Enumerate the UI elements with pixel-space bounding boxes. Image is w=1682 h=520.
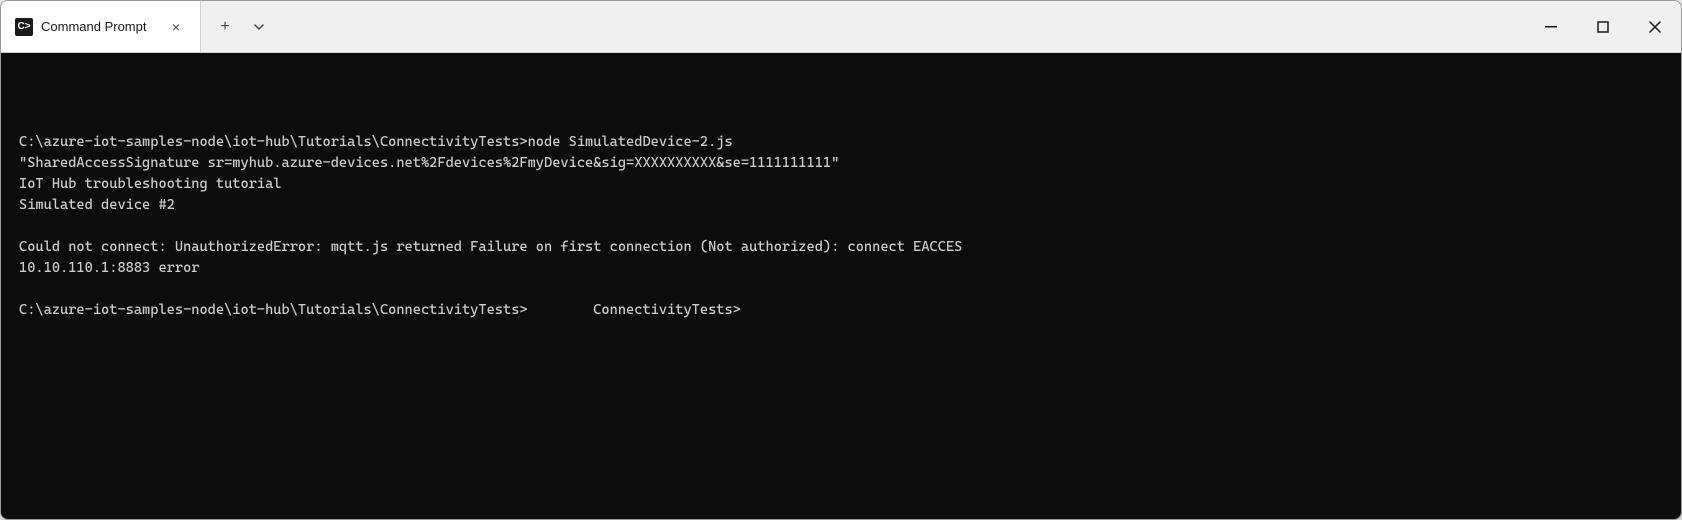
terminal-line: "SharedAccessSignature sr=myhub.azure-de… (19, 153, 1663, 174)
terminal-line: C:\azure-iot-samples-node\iot-hub\Tutori… (19, 300, 1663, 321)
tab-area: C> Command Prompt × + (1, 1, 1525, 52)
tab-controls: + (201, 1, 283, 52)
terminal-line (19, 321, 1663, 342)
window-controls (1525, 1, 1681, 52)
terminal-line: 10.10.110.1:8883 error (19, 258, 1663, 279)
terminal-line: Could not connect: UnauthorizedError: mq… (19, 237, 1663, 258)
tab-app-icon: C> (15, 18, 33, 36)
terminal-line: Simulated device #2 (19, 195, 1663, 216)
new-tab-button[interactable]: + (209, 11, 241, 43)
terminal-line (19, 111, 1663, 132)
terminal-line (19, 279, 1663, 300)
terminal-window: C> Command Prompt × + (0, 0, 1682, 520)
maximize-icon (1597, 21, 1609, 33)
active-tab[interactable]: C> Command Prompt × (1, 1, 201, 52)
terminal-line: IoT Hub troubleshooting tutorial (19, 174, 1663, 195)
minimize-icon (1545, 26, 1557, 28)
tab-label: Command Prompt (41, 19, 158, 34)
close-icon (1649, 21, 1661, 33)
chevron-down-icon (253, 21, 265, 33)
terminal-output[interactable]: C:\azure-iot-samples-node\iot-hub\Tutori… (1, 53, 1681, 519)
terminal-line: C:\azure-iot-samples-node\iot-hub\Tutori… (19, 132, 1663, 153)
close-button[interactable] (1629, 1, 1681, 53)
tab-close-button[interactable]: × (166, 17, 186, 37)
titlebar: C> Command Prompt × + (1, 1, 1681, 53)
dropdown-button[interactable] (243, 11, 275, 43)
minimize-button[interactable] (1525, 1, 1577, 53)
maximize-button[interactable] (1577, 1, 1629, 53)
terminal-line (19, 216, 1663, 237)
